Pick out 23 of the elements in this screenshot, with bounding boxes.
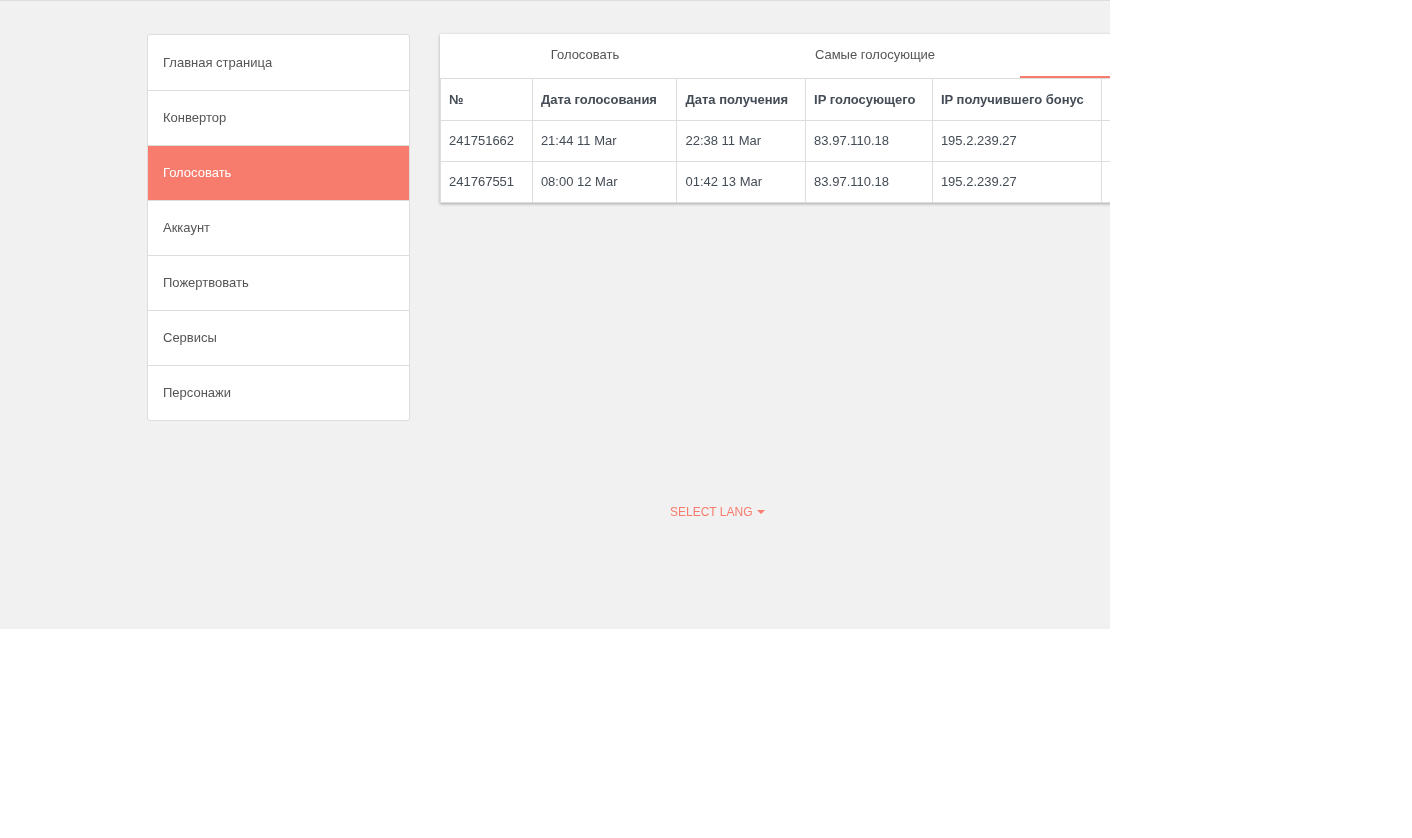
column-header: Дата голосования [532, 78, 677, 121]
menu-item[interactable]: Пожертвовать [148, 255, 409, 310]
column-header: IP получившего бонус [932, 78, 1102, 121]
table-cell: 195.2.239.27 [932, 120, 1102, 162]
menu-item[interactable]: Аккаунт [148, 200, 409, 255]
table-cell: 241767551 [440, 161, 533, 203]
table-cell: 195.2.239.27 [932, 161, 1102, 203]
table-cell: 01:42 13 Mar [676, 161, 806, 203]
menu-item[interactable]: Сервисы [148, 310, 409, 365]
caret-icon [757, 510, 766, 514]
tab[interactable]: Самые голосующие [730, 34, 1020, 78]
table-cell: 21:44 11 Mar [532, 120, 677, 162]
table-cell: 241751662 [440, 120, 533, 162]
table-cell: 22:38 11 Mar [676, 120, 806, 162]
table-cell: 83.97.110.18 [805, 161, 933, 203]
menu-item[interactable]: Персонажи [148, 365, 409, 420]
column-header: Дата получения [676, 78, 806, 121]
tab[interactable]: Голосовать [440, 34, 730, 78]
menu-item[interactable]: Главная страница [148, 35, 409, 90]
column-header: № [440, 78, 533, 121]
table-cell: 08:00 12 Mar [532, 161, 677, 203]
column-header: IP голосующего [805, 78, 933, 121]
table-cell: 83.97.110.18 [805, 120, 933, 162]
